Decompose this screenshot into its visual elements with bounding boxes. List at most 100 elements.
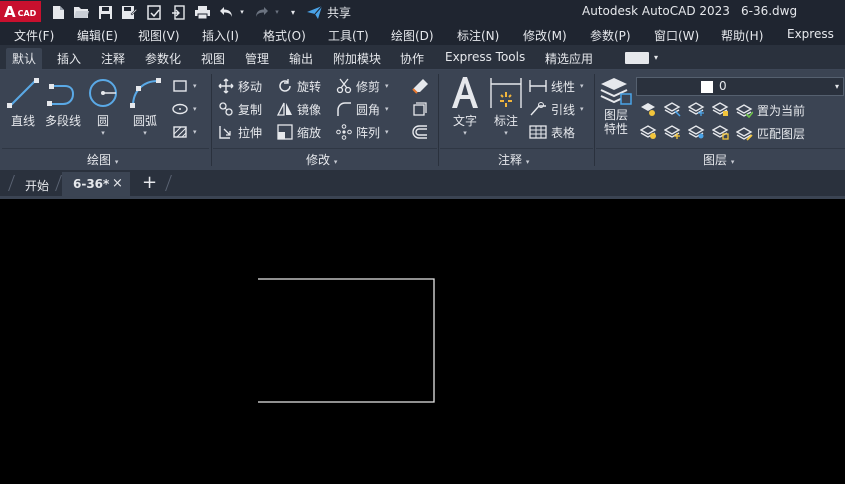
tab-output[interactable]: 输出 (289, 50, 313, 67)
move-button[interactable]: 移动 (218, 77, 262, 95)
menu-file[interactable]: 文件(F) (14, 27, 54, 44)
publish-icon[interactable] (145, 4, 163, 20)
layer-dropdown[interactable]: 0 ▾ (636, 77, 844, 96)
menu-dimension[interactable]: 标注(N) (457, 27, 499, 44)
arc-button[interactable]: 圆弧 ▾ (128, 76, 162, 137)
ellipse-button[interactable]: ▾ (172, 100, 197, 118)
share-icon[interactable] (305, 4, 323, 20)
match-layer-button[interactable]: 匹配图层 (736, 124, 805, 142)
linear-dimension-button[interactable]: 线性 ▾ (529, 77, 584, 95)
drawing-canvas[interactable] (0, 199, 845, 484)
set-current-layer-button[interactable]: 置为当前 (736, 101, 805, 119)
menu-modify[interactable]: 修改(M) (523, 27, 567, 44)
panel-divider (438, 74, 439, 166)
circle-button[interactable]: 圆 ▾ (86, 76, 120, 137)
layer-thaw-icon[interactable] (664, 124, 681, 140)
text-dropdown-icon[interactable]: ▾ (463, 129, 467, 137)
new-file-icon[interactable] (50, 4, 66, 20)
tab-parametric[interactable]: 参数化 (145, 50, 181, 67)
layer-properties-button[interactable]: 图层 特性 (599, 76, 633, 136)
customize-icon[interactable]: ▾ (288, 4, 298, 20)
layer-lock-icon[interactable] (712, 101, 729, 117)
draw-panel-title[interactable]: 绘图 ▾ (87, 151, 118, 168)
tab-view[interactable]: 视图 (201, 50, 225, 67)
tab-featured-apps[interactable]: 精选应用 (545, 50, 593, 67)
menu-view[interactable]: 视图(V) (138, 27, 180, 44)
trim-dropdown-icon[interactable]: ▾ (385, 82, 389, 90)
print-icon[interactable] (193, 4, 211, 20)
tab-default[interactable]: 默认 (6, 48, 43, 69)
scale-button[interactable]: 缩放 (277, 123, 321, 141)
leader-dropdown-icon[interactable]: ▾ (580, 105, 584, 113)
save-icon[interactable] (97, 4, 113, 20)
close-icon[interactable]: × (112, 176, 123, 191)
tab-addins[interactable]: 附加模块 (333, 50, 381, 67)
app-menu-button[interactable]: A CAD (0, 1, 41, 22)
open-folder-icon[interactable] (72, 4, 90, 20)
explode-button[interactable] (411, 100, 429, 118)
ribbon-minimize-button[interactable] (625, 52, 649, 64)
array-dropdown-icon[interactable]: ▾ (385, 128, 389, 136)
mirror-button[interactable]: 镜像 (277, 100, 321, 118)
circle-dropdown-icon[interactable]: ▾ (101, 129, 105, 137)
leader-button[interactable]: 引线 ▾ (529, 100, 584, 118)
fillet-dropdown-icon[interactable]: ▾ (385, 105, 389, 113)
tab-collaborate[interactable]: 协作 (400, 50, 424, 67)
layer-isolate-icon[interactable] (640, 101, 657, 117)
menu-edit[interactable]: 编辑(E) (77, 27, 118, 44)
tab-express-tools[interactable]: Express Tools (445, 50, 525, 64)
layer-freeze-icon[interactable] (688, 101, 705, 117)
hatch-button[interactable]: ▾ (172, 123, 197, 141)
tab-manage[interactable]: 管理 (245, 50, 269, 67)
annotation-panel-title[interactable]: 注释 ▾ (498, 151, 529, 168)
drawn-polyline[interactable] (258, 278, 435, 403)
line-button[interactable]: 直线 (6, 76, 40, 129)
polyline-button[interactable]: 多段线 (44, 76, 82, 129)
copy-button[interactable]: 复制 (218, 100, 262, 118)
dimension-dropdown-icon[interactable]: ▾ (504, 129, 508, 137)
tab-insert[interactable]: 插入 (57, 50, 81, 67)
array-button[interactable]: 阵列 ▾ (336, 123, 389, 141)
save-as-icon[interactable] (120, 4, 138, 20)
tab-start[interactable]: 开始 (25, 177, 49, 194)
tab-annotate[interactable]: 注释 (101, 50, 125, 67)
share-label[interactable]: 共享 (327, 4, 351, 21)
new-tab-icon[interactable]: + (142, 172, 157, 193)
layer-off-icon[interactable] (640, 124, 657, 140)
rectangle-button[interactable]: ▾ (172, 77, 197, 95)
hatch-dropdown-icon[interactable]: ▾ (193, 128, 197, 136)
menu-format[interactable]: 格式(O) (263, 27, 306, 44)
redo-icon[interactable] (253, 4, 269, 20)
redo-dropdown-icon[interactable]: ▾ (273, 4, 281, 20)
rotate-button[interactable]: 旋转 (277, 77, 321, 95)
linear-dropdown-icon[interactable]: ▾ (580, 82, 584, 90)
active-document-title[interactable]: 6-36* (73, 177, 109, 191)
table-button[interactable]: 表格 (529, 123, 575, 141)
menu-express[interactable]: Express (787, 27, 834, 41)
trim-button[interactable]: 修剪 ▾ (336, 77, 389, 95)
arc-dropdown-icon[interactable]: ▾ (143, 129, 147, 137)
menu-window[interactable]: 窗口(W) (654, 27, 699, 44)
fillet-button[interactable]: 圆角 ▾ (336, 100, 389, 118)
rectangle-dropdown-icon[interactable]: ▾ (193, 82, 197, 90)
text-button[interactable]: 文字 ▾ (448, 74, 482, 137)
offset-button[interactable] (411, 123, 429, 141)
undo-icon[interactable] (218, 4, 234, 20)
erase-button[interactable] (411, 77, 429, 95)
menu-parametric[interactable]: 参数(P) (590, 27, 631, 44)
dimension-button[interactable]: 标注 ▾ (489, 76, 523, 137)
menu-tools[interactable]: 工具(T) (328, 27, 369, 44)
modify-panel-title[interactable]: 修改 ▾ (306, 151, 337, 168)
menu-draw[interactable]: 绘图(D) (391, 27, 434, 44)
stretch-button[interactable]: 拉伸 (218, 123, 262, 141)
layer-on-icon[interactable] (688, 124, 705, 140)
menu-help[interactable]: 帮助(H) (721, 27, 763, 44)
ellipse-dropdown-icon[interactable]: ▾ (193, 105, 197, 113)
layer-unlock-icon[interactable] (712, 124, 729, 140)
chevron-down-icon[interactable]: ▾ (654, 53, 658, 62)
layers-panel-title[interactable]: 图层 ▾ (703, 151, 734, 168)
menu-insert[interactable]: 插入(I) (202, 27, 239, 44)
undo-dropdown-icon[interactable]: ▾ (238, 4, 246, 20)
import-icon[interactable] (170, 4, 186, 20)
layer-unisolate-icon[interactable] (664, 101, 681, 117)
